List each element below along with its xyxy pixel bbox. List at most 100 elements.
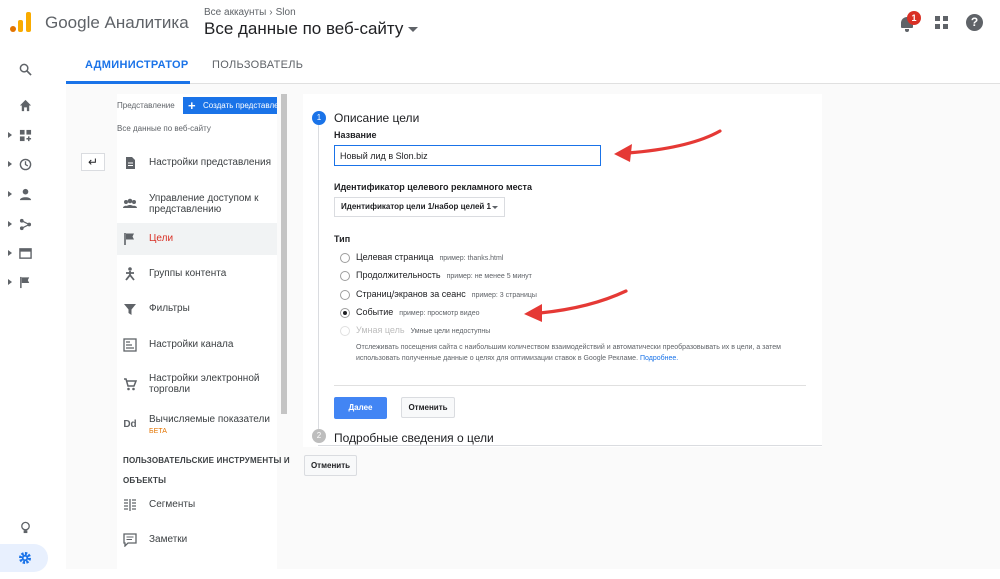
type-label-text: Продолжительность — [356, 270, 441, 280]
type-example: пример: 3 страницы — [471, 292, 537, 299]
step-number-2: 2 — [312, 429, 326, 443]
nav-annotations[interactable]: Заметки — [117, 524, 277, 556]
clock-icon — [19, 158, 32, 171]
nav-label: Настройки канала — [149, 339, 234, 350]
beta-badge: БЕТА — [149, 428, 167, 435]
nav-ecommerce-settings[interactable]: Настройки электронной торговли — [117, 368, 277, 400]
learn-more-link[interactable]: Подробнее. — [640, 355, 678, 362]
nav-label: Настройки электронной торговли — [149, 373, 260, 395]
app-name[interactable]: Google Аналитика — [45, 13, 189, 33]
nav-label: Управление доступом к представлению — [149, 193, 259, 215]
top-bar: Google Аналитика Все аккаунты › Slon Все д… — [0, 0, 1000, 46]
nav-label: Цели — [149, 233, 174, 244]
caret-down-icon — [408, 27, 419, 33]
caret-down-icon — [492, 206, 498, 209]
continue-button[interactable]: Далее — [334, 397, 387, 419]
breadcrumb[interactable]: Все аккаунты › Slon — [204, 7, 296, 18]
view-selector[interactable]: Все данные по веб-сайту — [204, 19, 419, 39]
view-selector-dropdown[interactable]: Все данные по веб-сайту — [117, 124, 211, 133]
rail-customization[interactable] — [0, 124, 50, 148]
rail-search[interactable] — [0, 58, 50, 82]
create-view-label: Создать представление — [203, 101, 277, 110]
document-icon — [126, 157, 135, 169]
section-header-tools: ПОЛЬЗОВАТЕЛЬСКИЕ ИНСТРУМЕНТЫ И — [123, 456, 290, 465]
home-icon — [19, 99, 32, 112]
name-label: Название — [334, 130, 377, 140]
radio-button[interactable] — [340, 253, 350, 263]
nav-access-management[interactable]: Управление доступом к представлению — [117, 188, 277, 220]
rail-behavior[interactable] — [0, 242, 50, 266]
nav-label: Заметки — [149, 534, 188, 545]
create-view-button[interactable]: + Создать представление — [183, 97, 277, 114]
apps-grid-icon[interactable] — [933, 14, 951, 32]
rail-conversions[interactable] — [0, 271, 50, 295]
nav-label: Группы контента — [149, 268, 227, 279]
section-header-objects: ОБЪЕКТЫ — [123, 476, 167, 485]
nav-label: Настройки представления — [149, 157, 271, 168]
type-label-text: Целевая страница — [356, 252, 434, 262]
nav-calculated-metrics[interactable]: Dd Вычисляемые показатели БЕТА — [117, 409, 277, 441]
help-icon[interactable]: ? — [966, 14, 983, 31]
channel-icon — [123, 338, 137, 352]
nav-channel-settings[interactable]: Настройки канала — [117, 329, 277, 361]
tab-user[interactable]: ПОЛЬЗОВАТЕЛЬ — [212, 59, 303, 71]
expand-arrow-icon — [8, 161, 12, 167]
acquisition-icon — [19, 218, 32, 231]
nav-label-text: Вычисляемые показатели — [149, 414, 270, 425]
radio-button[interactable] — [340, 271, 350, 281]
step-divider — [318, 445, 822, 446]
nav-label: Вычисляемые показатели БЕТА — [149, 414, 274, 437]
left-rail — [0, 46, 50, 579]
type-example: пример: не менее 5 минут — [446, 273, 532, 280]
plus-icon: + — [188, 98, 196, 113]
radio-button-selected[interactable] — [340, 308, 350, 318]
rail-audience[interactable] — [0, 183, 50, 207]
flag-icon — [20, 276, 30, 289]
nav-view-settings[interactable]: Настройки представления — [117, 147, 277, 179]
admin-tabs: АДМИНИСТРАТОР ПОЛЬЗОВАТЕЛЬ — [66, 46, 1000, 84]
rail-admin[interactable] — [0, 544, 48, 572]
behavior-icon — [19, 248, 32, 259]
radio-button-disabled — [340, 326, 350, 336]
type-label-text: Страниц/экранов за сеанс — [356, 289, 466, 299]
segments-icon — [124, 499, 136, 511]
goal-name-input[interactable] — [334, 145, 601, 166]
lightbulb-icon — [21, 521, 30, 534]
breadcrumb-all-accounts[interactable]: Все аккаунты — [204, 7, 266, 18]
step-connector — [318, 125, 319, 429]
dashboard-icon — [19, 129, 32, 142]
notes-icon — [123, 533, 137, 547]
type-label-text: Событие — [356, 307, 394, 317]
breadcrumb-account[interactable]: Slon — [276, 7, 296, 18]
step-number-1: 1 — [312, 111, 326, 125]
people-icon — [123, 198, 137, 208]
type-example: пример: просмотр видео — [399, 310, 480, 317]
cancel-button[interactable]: Отменить — [401, 397, 455, 418]
flag-icon — [124, 233, 134, 245]
rail-acquisition[interactable] — [0, 213, 50, 237]
nav-content-groups[interactable]: Группы контента — [117, 258, 277, 290]
rail-discover[interactable] — [0, 516, 50, 540]
analytics-logo-icon[interactable] — [10, 12, 32, 32]
nav-goals[interactable]: Цели — [117, 223, 277, 255]
goal-slot-select[interactable]: Идентификатор цели 1/набор целей 1 — [334, 197, 505, 217]
rail-home[interactable] — [0, 94, 50, 118]
nav-segments[interactable]: Сегменты — [117, 489, 277, 521]
type-label: Тип — [334, 234, 351, 244]
dd-icon: Dd — [123, 419, 137, 430]
search-icon — [19, 63, 32, 76]
expand-arrow-icon — [8, 221, 12, 227]
rail-realtime[interactable] — [0, 153, 50, 177]
nav-filters[interactable]: Фильтры — [117, 293, 277, 325]
radio-button[interactable] — [340, 290, 350, 300]
step-title-goal-details: Подробные сведения о цели — [334, 431, 494, 445]
view-title: Все данные по веб-сайту — [204, 19, 404, 38]
view-column-scrollbar[interactable] — [281, 94, 287, 414]
cancel-goal-button[interactable]: Отменить — [304, 455, 357, 476]
expand-arrow-icon — [8, 132, 12, 138]
tab-admin[interactable]: АДМИНИСТРАТОР — [85, 59, 189, 71]
type-example: пример: thanks.html — [439, 255, 504, 262]
filter-icon — [124, 304, 136, 315]
back-arrow-button[interactable]: ↵ — [81, 153, 105, 171]
slot-label: Идентификатор целевого рекламного места — [334, 182, 532, 192]
